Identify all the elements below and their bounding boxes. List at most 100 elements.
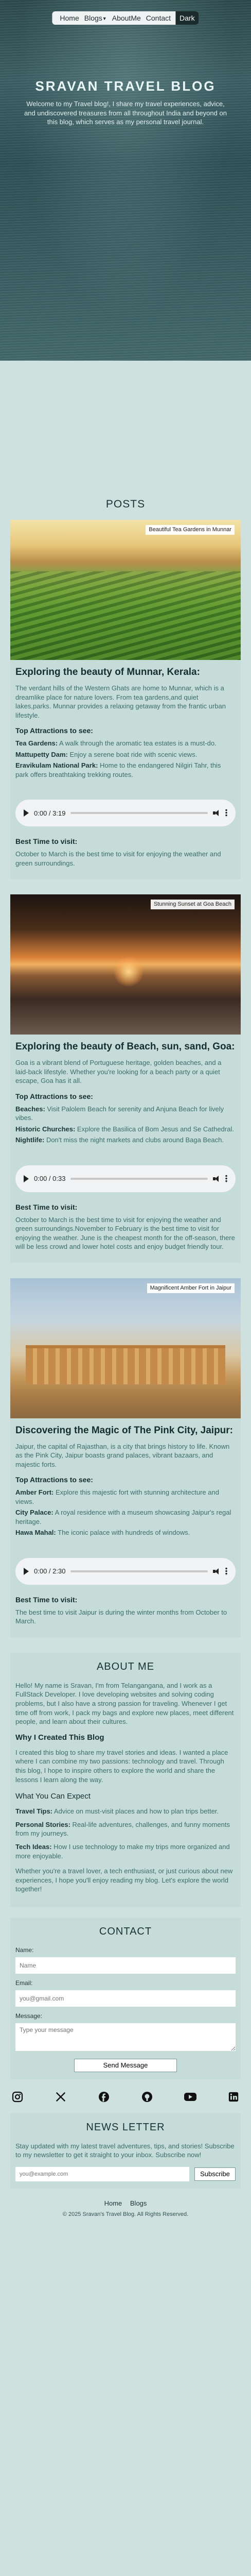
subscribe-button[interactable]: Subscribe [194, 2167, 236, 2181]
post-image-amber-fort: Magnificent Amber Fort in Jaipur [10, 1278, 241, 1418]
newsletter-form: Subscribe [15, 2166, 236, 2181]
attraction-name: Nightlife: [15, 1136, 45, 1144]
attraction-item: Historic Churches: Explore the Basilica … [15, 1125, 236, 1134]
attractions-heading: Top Attractions to see: [15, 1092, 93, 1100]
audio-time: 0:00 / 3:19 [34, 809, 66, 817]
copyright: © 2025 Sravan's Travel Blog. All Rights … [62, 2211, 189, 2218]
navbar: Home Blogs▼ AboutMe Contact Dark [52, 11, 199, 25]
post-card: Stunning Sunset at Goa Beach Exploring t… [10, 894, 241, 1263]
post-intro: Goa is a vibrant blend of Portuguese her… [15, 1059, 222, 1085]
expect-item: Travel Tips: Advice on must-visit places… [15, 1807, 236, 1816]
attraction-desc: Visit Palolem Beach for serenity and Anj… [15, 1105, 224, 1122]
best-time-text: October to March is the best time to vis… [15, 850, 221, 867]
audio-player: 0:00 / 3:19 [15, 800, 236, 827]
attraction-name: City Palace: [15, 1509, 53, 1517]
caret-down-icon: ▼ [102, 15, 107, 21]
send-message-button[interactable]: Send Message [74, 2058, 177, 2072]
hero-title: Sravan Travel Blog [35, 78, 216, 94]
image-caption: Magnificent Amber Fort in Jaipur [147, 1283, 235, 1293]
attractions-heading: Top Attractions to see: [15, 726, 93, 735]
attraction-name: Historic Churches: [15, 1125, 76, 1133]
dark-mode-toggle[interactable]: Dark [175, 11, 199, 25]
hero-text: Sravan Travel Blog Welcome to my Travel … [21, 77, 230, 127]
message-field[interactable] [15, 2023, 236, 2052]
why-text: I created this blog to share my travel s… [15, 1748, 228, 1784]
audio-seek-bar[interactable] [70, 1570, 208, 1572]
play-icon[interactable] [24, 1567, 29, 1575]
more-options-icon[interactable] [225, 1174, 227, 1183]
linkedin-icon[interactable] [226, 2090, 241, 2104]
attraction-item: Nightlife: Don't miss the night markets … [15, 1136, 236, 1145]
about-intro: Hello! My name is Sravan, I'm from Telan… [15, 1681, 234, 1726]
post-card: Beautiful Tea Gardens in Munnar Explorin… [10, 520, 241, 879]
attraction-item: Tea Gardens: A walk through the aromatic… [15, 739, 236, 748]
more-options-icon[interactable] [225, 1567, 227, 1575]
email-field[interactable] [15, 1990, 236, 2007]
post-intro: Jaipur, the capital of Rajasthan, is a c… [15, 1442, 230, 1468]
audio-player: 0:00 / 2:30 [15, 1557, 236, 1585]
post-image-tea-gardens: Beautiful Tea Gardens in Munnar [10, 520, 241, 660]
footer: Home Blogs © 2025 Sravan's Travel Blog. … [0, 2194, 251, 2228]
instagram-icon[interactable] [10, 2090, 25, 2104]
audio-time: 0:00 / 2:30 [34, 1567, 66, 1575]
nav-blogs[interactable]: Blogs▼ [82, 13, 110, 23]
expect-item: Personal Stories: Real-life adventures, … [15, 1820, 236, 1838]
attraction-desc: Explore the Basilica of Bom Jesus and Se… [75, 1125, 234, 1133]
expect-item-name: Travel Tips: [15, 1807, 53, 1816]
expect-item-name: Tech Ideas: [15, 1842, 52, 1851]
volume-icon[interactable] [213, 1568, 220, 1574]
attraction-desc: Enjoy a serene boat ride with scenic vie… [67, 750, 198, 758]
attraction-item: Beaches: Visit Palolem Beach for serenit… [15, 1105, 236, 1123]
attraction-name: Amber Fort: [15, 1488, 54, 1497]
attractions-heading: Top Attractions to see: [15, 1476, 93, 1484]
best-time-heading: Best Time to visit: [15, 1595, 78, 1604]
audio-player: 0:00 / 0:33 [15, 1165, 236, 1192]
newsletter-email-input[interactable] [15, 2166, 189, 2181]
play-icon[interactable] [24, 809, 29, 817]
post-title: Exploring the beauty of Beach, sun, sand… [15, 1041, 235, 1053]
image-caption: Stunning Sunset at Goa Beach [150, 900, 235, 910]
audio-seek-bar[interactable] [70, 1177, 208, 1180]
post-card: Magnificent Amber Fort in Jaipur Discove… [10, 1278, 241, 1637]
expect-item: Tech Ideas: How I use technology to make… [15, 1842, 236, 1860]
footer-link-home[interactable]: Home [104, 2199, 122, 2207]
nav-home[interactable]: Home [57, 13, 81, 23]
post-title: Exploring the beauty of Munnar, Kerala: [15, 667, 200, 678]
audio-time: 0:00 / 0:33 [34, 1175, 66, 1183]
youtube-icon[interactable] [183, 2090, 198, 2104]
why-heading: Why I Created This Blog [15, 1733, 104, 1742]
volume-icon[interactable] [213, 810, 220, 817]
play-icon[interactable] [24, 1175, 29, 1182]
hero-banner: Home Blogs▼ AboutMe Contact Dark Sravan … [0, 0, 251, 361]
name-field[interactable] [15, 1957, 236, 1974]
attraction-name: Hawa Mahal: [15, 1529, 56, 1537]
attraction-item: Hawa Mahal: The iconic palace with hundr… [15, 1528, 236, 1537]
about-heading: ABOUT ME [96, 1660, 155, 1672]
expect-heading: What You Can Expect [15, 1792, 91, 1801]
attraction-item: City Palace: A royal residence with a mu… [15, 1508, 236, 1526]
volume-icon[interactable] [213, 1175, 220, 1182]
email-label: Email: [15, 1979, 33, 1987]
attraction-desc: The iconic palace with hundreds of windo… [56, 1529, 190, 1537]
audio-seek-bar[interactable] [70, 812, 208, 815]
x-icon[interactable] [53, 2090, 68, 2104]
footer-link-blogs[interactable]: Blogs [130, 2199, 147, 2207]
attraction-name: Beaches: [15, 1105, 45, 1113]
about-closing: Whether you're a travel lover, a tech en… [15, 1867, 233, 1893]
attraction-name: Tea Gardens: [15, 739, 58, 748]
facebook-icon[interactable] [97, 2090, 111, 2104]
post-intro: The verdant hills of the Western Ghats a… [15, 684, 226, 719]
attraction-desc: A walk through the aromatic tea estates … [58, 739, 217, 748]
social-links [0, 2087, 251, 2104]
nav-aboutme[interactable]: AboutMe [110, 13, 144, 23]
attraction-item: Eravikulam National Park: Home to the en… [15, 761, 236, 779]
posts-heading: POSTS [105, 498, 146, 510]
github-icon[interactable] [140, 2090, 154, 2104]
more-options-icon[interactable] [225, 809, 227, 818]
nav-contact[interactable]: Contact [144, 13, 173, 23]
newsletter-section: NEWS LETTER Stay updated with my latest … [10, 2113, 241, 2189]
image-caption: Beautiful Tea Gardens in Munnar [146, 525, 235, 535]
post-title: Discovering the Magic of The Pink City, … [15, 1425, 234, 1436]
expect-item-desc: Advice on must-visit places and how to p… [52, 1807, 219, 1816]
attraction-name: Mattupetty Dam: [15, 750, 68, 758]
